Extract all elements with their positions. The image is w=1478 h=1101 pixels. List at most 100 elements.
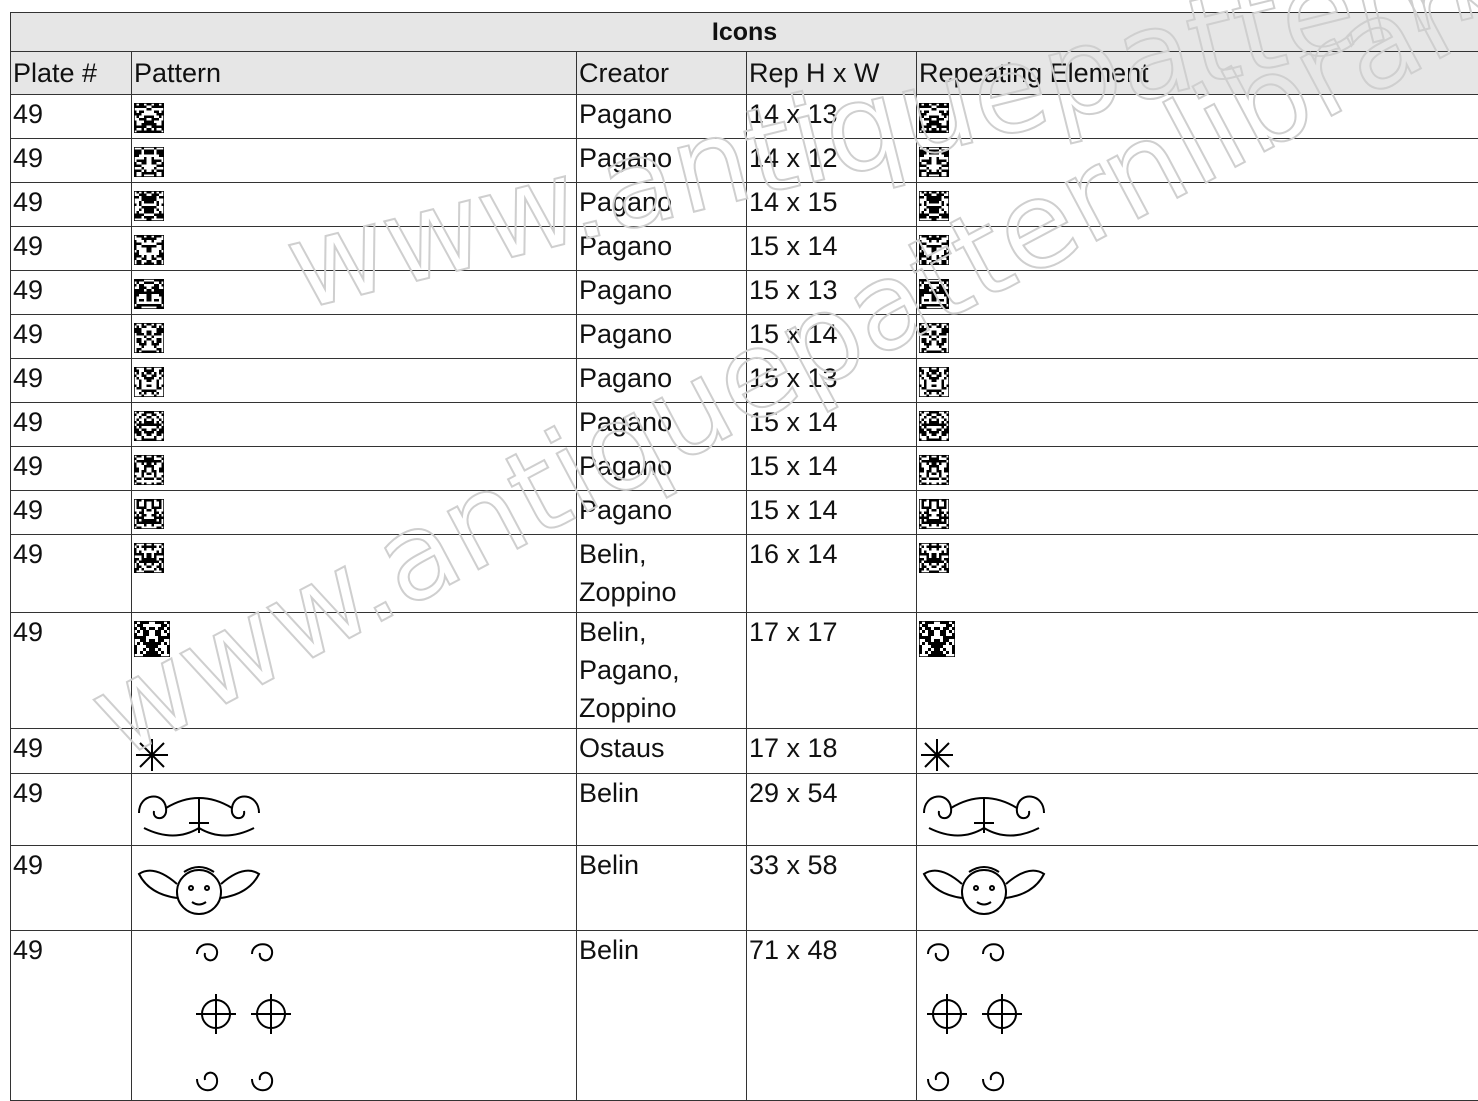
plate-cell: 49 xyxy=(11,359,132,403)
rep-cell: 17 x 18 xyxy=(747,729,917,774)
winged-cherub-motif-icon xyxy=(919,854,1476,930)
rep-cell: 15 x 14 xyxy=(747,227,917,271)
rep-cell: 15 x 13 xyxy=(747,359,917,403)
header-plate: Plate # xyxy=(11,52,132,95)
table-row: 49 Ostaus17 x 18 xyxy=(11,729,1478,774)
table-row: 49 Belin, Pagano, Zoppino17 x 17 xyxy=(11,613,1478,729)
table-row: 49Pagano14 x 15 xyxy=(11,183,1478,227)
repeating-element-cell xyxy=(917,931,1478,1101)
rep-cell: 17 x 17 xyxy=(747,613,917,729)
creator-cell: Pagano xyxy=(577,315,747,359)
plate-cell: 49 xyxy=(11,846,132,931)
cross-stitch-motif-10-icon xyxy=(134,499,574,529)
creator-cell: Pagano xyxy=(577,491,747,535)
creator-cell: Pagano xyxy=(577,271,747,315)
cross-stitch-motif-2-icon xyxy=(134,147,574,177)
plate-cell: 49 xyxy=(11,271,132,315)
pattern-cell xyxy=(132,139,577,183)
plate-cell: 49 xyxy=(11,447,132,491)
animal-pair-motif-icon xyxy=(919,621,1476,657)
pattern-table-container: Icons Plate # Pattern Creator Rep H x W … xyxy=(10,12,1478,1101)
rep-cell: 14 x 12 xyxy=(747,139,917,183)
pattern-cell xyxy=(132,447,577,491)
table-row: 49Belin71 x 48 xyxy=(11,931,1478,1101)
table-row: 49Belin, Zoppino16 x 14 xyxy=(11,535,1478,613)
plate-cell: 49 xyxy=(11,491,132,535)
pattern-cell xyxy=(132,227,577,271)
creator-cell: Belin xyxy=(577,846,747,931)
fleur-de-lis-motif-icon xyxy=(919,543,1476,573)
plate-cell: 49 xyxy=(11,95,132,139)
icons-table: Icons Plate # Pattern Creator Rep H x W … xyxy=(10,12,1478,1101)
cross-stitch-motif-1-icon xyxy=(134,103,574,133)
header-repeating-element: Repeating Element xyxy=(917,52,1478,95)
plate-cell: 49 xyxy=(11,139,132,183)
repeating-element-cell xyxy=(917,846,1478,931)
creator-cell: Pagano xyxy=(577,139,747,183)
pattern-cell xyxy=(132,491,577,535)
plate-cell: 49 xyxy=(11,774,132,846)
cross-stitch-motif-6-icon xyxy=(919,323,1476,353)
scroll-vine-border-icon xyxy=(919,782,1476,844)
rep-cell: 14 x 13 xyxy=(747,95,917,139)
table-row: 49Pagano15 x 14 xyxy=(11,227,1478,271)
repeating-element-cell xyxy=(917,447,1478,491)
cross-stitch-motif-1-icon xyxy=(919,103,1476,133)
pattern-cell xyxy=(132,613,577,729)
repeating-element-cell xyxy=(917,774,1478,846)
table-row: 49 Belin29 x 54 xyxy=(11,774,1478,846)
table-row: 49 Pagano14 x 12 xyxy=(11,139,1478,183)
starburst-motif-icon xyxy=(134,737,574,773)
header-creator: Creator xyxy=(577,52,747,95)
cross-stitch-motif-3-icon xyxy=(919,191,1476,221)
cross-stitch-motif-7-icon xyxy=(134,367,574,397)
rep-cell: 16 x 14 xyxy=(747,535,917,613)
plate-cell: 49 xyxy=(11,403,132,447)
cross-stitch-motif-5-icon xyxy=(134,279,574,309)
scroll-vine-border-icon xyxy=(134,782,574,844)
cross-stitch-motif-8-icon xyxy=(919,411,1476,441)
creator-cell: Belin xyxy=(577,931,747,1101)
repeating-element-cell xyxy=(917,403,1478,447)
plate-cell: 49 xyxy=(11,613,132,729)
repeating-element-cell xyxy=(917,315,1478,359)
cross-stitch-motif-3-icon xyxy=(134,191,574,221)
floral-scroll-panel-icon xyxy=(134,939,574,1099)
rep-cell: 14 x 15 xyxy=(747,183,917,227)
repeating-element-cell xyxy=(917,139,1478,183)
cross-stitch-motif-4-icon xyxy=(919,235,1476,265)
repeating-element-cell xyxy=(917,95,1478,139)
table-row: 49 Belin33 x 58 xyxy=(11,846,1478,931)
cross-stitch-motif-9-icon xyxy=(134,455,574,485)
repeating-element-cell xyxy=(917,359,1478,403)
plate-cell: 49 xyxy=(11,729,132,774)
rep-cell: 15 x 14 xyxy=(747,447,917,491)
cross-stitch-motif-8-icon xyxy=(134,411,574,441)
plate-cell: 49 xyxy=(11,315,132,359)
repeating-element-cell xyxy=(917,729,1478,774)
repeating-element-cell xyxy=(917,613,1478,729)
fleur-de-lis-motif-icon xyxy=(134,543,574,573)
pattern-cell xyxy=(132,846,577,931)
pattern-cell xyxy=(132,359,577,403)
creator-cell: Pagano xyxy=(577,95,747,139)
cross-stitch-motif-10-icon xyxy=(919,499,1476,529)
winged-cherub-motif-icon xyxy=(134,854,574,930)
creator-cell: Belin, Pagano, Zoppino xyxy=(577,613,747,729)
pattern-cell xyxy=(132,271,577,315)
table-row: 49Pagano15 x 14 xyxy=(11,315,1478,359)
header-pattern: Pattern xyxy=(132,52,577,95)
repeating-element-cell xyxy=(917,227,1478,271)
repeating-element-cell xyxy=(917,535,1478,613)
pattern-cell xyxy=(132,95,577,139)
starburst-motif-icon xyxy=(919,737,1476,773)
table-row: 49Pagano15 x 13 xyxy=(11,359,1478,403)
creator-cell: Pagano xyxy=(577,403,747,447)
creator-cell: Ostaus xyxy=(577,729,747,774)
header-row: Plate # Pattern Creator Rep H x W Repeat… xyxy=(11,52,1478,95)
plate-cell: 49 xyxy=(11,227,132,271)
table-title: Icons xyxy=(11,13,1478,52)
table-row: 49 Pagano14 x 13 xyxy=(11,95,1478,139)
pattern-cell xyxy=(132,403,577,447)
repeating-element-cell xyxy=(917,271,1478,315)
